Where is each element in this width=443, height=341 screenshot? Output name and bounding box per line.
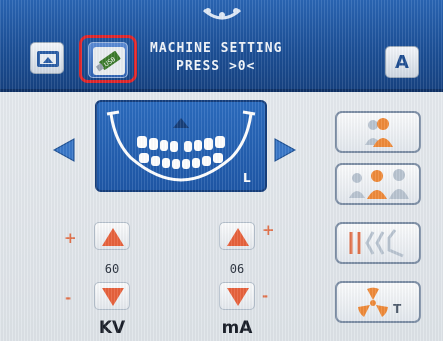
kv-minus-label: - [65,289,72,307]
ma-decrease-button[interactable] [219,282,255,310]
patient-size-group-button[interactable] [335,163,421,205]
patient-size-small-button[interactable] [335,111,421,153]
device-screen: USB MACHINE SETTING PRESS >0< A L T + 60… [0,0,443,341]
radiation-timer-icon: T [358,287,402,317]
jaw-side-label: L [243,171,251,185]
patient-single-icon [365,118,393,147]
kv-increase-button[interactable] [94,222,130,250]
patient-group-icon [349,169,409,199]
jaw-program-panel[interactable]: L [95,100,267,192]
exposure-path-button[interactable] [335,222,421,264]
triangle-up-icon [102,228,124,246]
display-button[interactable] [30,42,64,74]
ma-minus-label: - [262,287,269,305]
usb-button[interactable]: USB [88,42,128,78]
arrow-right-icon[interactable] [273,137,297,163]
radiation-timer-label: T [393,302,402,316]
header-line-2: PRESS >0< [176,59,256,74]
header-message: MACHINE SETTING PRESS >0< [150,40,350,76]
radiation-timer-button[interactable]: T [335,281,421,323]
mode-a-button[interactable]: A [385,46,419,78]
ma-increase-button[interactable] [219,222,255,250]
ma-value: 06 [229,262,245,276]
triangle-up-icon [227,228,249,246]
header-bar: USB MACHINE SETTING PRESS >0< A [0,0,443,92]
exposure-path-icon [349,229,404,258]
ma-unit-label: mA [221,318,253,338]
usb-icon: USB [93,47,125,75]
triangle-down-icon [227,288,249,306]
kv-unit-label: KV [98,318,126,338]
kv-value: 60 [104,262,120,276]
display-icon [37,51,59,67]
header-line-1: MACHINE SETTING [150,41,283,56]
triangle-down-icon [102,288,124,306]
dental-jaw-icon: L [106,110,256,185]
ma-plus-label: + [262,221,275,239]
kv-decrease-button[interactable] [94,282,130,310]
usb-highlight: USB [79,35,137,83]
arrow-left-icon[interactable] [52,137,76,163]
brand-logo-icon [203,8,241,20]
kv-plus-label: + [64,229,77,247]
